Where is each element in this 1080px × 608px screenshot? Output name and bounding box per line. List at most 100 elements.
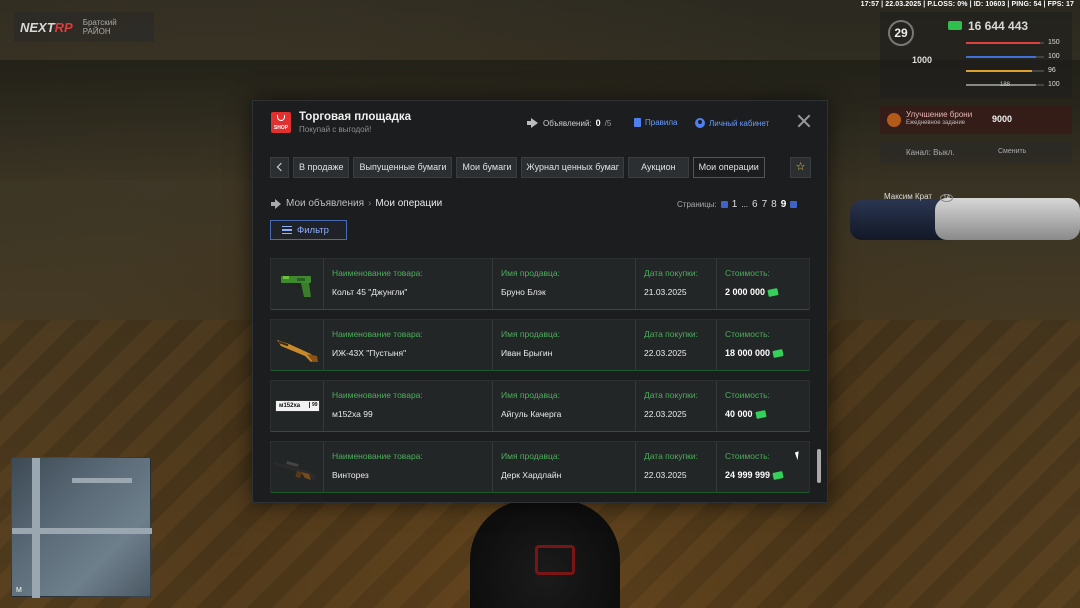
price-cell: Стоимость: 2 000 000 [717,259,809,309]
pagination-label: Страницы: [677,200,717,209]
item-name: ИЖ-43Х "Пустыня" [332,348,407,358]
marketplace-window: SHOP Торговая площадка Покупай с выгодой… [252,100,828,503]
hud-stat-value: 150 [1048,39,1060,46]
plate-text: м152ха [279,403,301,409]
pistol-icon [271,259,324,309]
tab-my-operations[interactable]: Мои операции [692,157,765,178]
page-6[interactable]: 6 [752,199,758,210]
price-cell: Стоимость: 18 000 000 [717,320,809,370]
operations-list: Наименование товара: Кольт 45 "Джунгли" … [270,258,810,502]
quest-title: Улучшение брони [906,110,973,119]
hud-stat-bar [966,56,1044,58]
quest-icon [887,113,901,127]
list-item[interactable]: Наименование товара: Кольт 45 "Джунгли" … [270,258,810,310]
item-name: Винторез [332,470,369,480]
filter-icon [282,226,292,234]
seller-cell: Имя продавца: Дерк Хардлайн [493,442,636,492]
seller-cell: Имя продавца: Иван Брыгин [493,320,636,370]
hud-stat-value: 100 [1048,81,1060,88]
price-cell: Стоимость: 24 999 999 [717,442,809,492]
cash-icon [772,349,784,359]
purchase-date: 22.03.2025 [644,348,687,358]
page-9[interactable]: 9 [781,199,787,210]
player-jacket-mark [535,545,575,575]
purchase-date: 22.03.2025 [644,409,687,419]
breadcrumb-current: Мои операции [375,198,443,209]
back-button[interactable] [270,157,289,178]
star-icon[interactable]: ☆ [790,157,811,178]
nearby-player-id: 14 [940,194,953,202]
hud-panel: 29 16 644 443 150 100 96 100 [880,12,1072,98]
hud-stat-value: 100 [1048,53,1060,60]
ads-max: /5 [604,118,612,128]
seller-name: Дерк Хардлайн [501,470,562,480]
money-value: 16 644 443 [968,19,1029,33]
price-value: 2 000 000 [725,287,779,298]
list-scrollbar[interactable] [817,449,821,483]
radio-change: Сменить [998,148,1027,155]
seller-name: Бруно Блэк [501,287,546,297]
date-cell: Дата покупки: 22.03.2025 [636,442,717,492]
license-plate-icon: м152ха 99 [271,381,324,431]
cash-icon [772,471,784,481]
tab-auction[interactable]: Аукцион [628,157,689,178]
window-title: Торговая площадка [299,111,412,123]
hud-stat-fill [966,42,1041,44]
close-icon[interactable] [797,114,811,128]
tab-for-sale[interactable]: В продаже [293,157,350,178]
tab-securities-journal[interactable]: Журнал ценных бумаг [521,157,625,178]
radio-panel: Канал: Выкл. Сменить [880,142,1072,164]
page-8[interactable]: 8 [771,199,777,210]
tab-my-securities[interactable]: Мои бумаги [456,157,518,178]
cash-icon [948,21,962,30]
rules-link[interactable]: Правила [634,118,677,127]
item-name-cell: Наименование товара: м152ха 99 [324,381,493,431]
megaphone-icon [271,199,282,209]
ammo-count: 188 [1000,82,1011,88]
price-value: 40 000 [725,409,767,420]
brand-logo: NEXTRP [20,19,73,35]
window-subtitle: Покупай с выгодой! [299,125,372,134]
list-item[interactable]: м152ха 99 Наименование товара: м152ха 99… [270,380,810,432]
user-icon [695,118,705,128]
ads-label: Объявлений: [543,118,592,128]
cash-icon [767,288,779,298]
shop-logo-icon: SHOP [271,112,291,133]
cabinet-link[interactable]: Личный кабинет [695,118,769,128]
page-1[interactable]: 1 [732,199,738,210]
document-icon [634,118,641,127]
date-cell: Дата покупки: 22.03.2025 [636,381,717,431]
nearby-player-name: Максим Крат [884,192,933,201]
next-page-button[interactable] [790,201,798,208]
item-name-cell: Наименование товара: ИЖ-43Х "Пустыня" [324,320,493,370]
top-status-bar: 17:57 | 22.03.2025 | P.LOSS: 0% | ID: 10… [860,1,1074,8]
item-name: Кольт 45 "Джунгли" [332,287,408,297]
radio-label: Канал: Выкл. [906,148,955,157]
sniper-rifle-icon [271,442,324,492]
date-cell: Дата покупки: 21.03.2025 [636,259,717,309]
secondary-money: 1000 [912,55,933,65]
plate-region: 99 [309,402,318,408]
tab-issued-securities[interactable]: Выпущенные бумаги [353,157,453,178]
nav-tabs: В продаже Выпущенные бумаги Мои бумаги Ж… [270,157,765,179]
prev-page-button[interactable] [720,201,728,208]
filter-button[interactable]: Фильтр [270,220,347,240]
quest-amount: 9000 [992,114,1013,124]
item-name-cell: Наименование товара: Кольт 45 "Джунгли" [324,259,493,309]
hud-stat-fill [966,56,1037,58]
pagination: Страницы: 1 ... 6 7 8 9 [677,199,798,210]
world-car-white [935,198,1080,240]
minimap: M [11,457,152,598]
breadcrumb-parent[interactable]: Мои объявления [286,198,364,209]
page-7[interactable]: 7 [762,199,768,210]
megaphone-icon [527,118,539,128]
list-item[interactable]: Наименование товара: ИЖ-43Х "Пустыня" Им… [270,319,810,371]
minimap-label: M [16,587,22,594]
quest-subtitle: Ежедневное задание [906,120,966,126]
hud-stat-bar [966,70,1044,72]
list-item[interactable]: Наименование товара: Винторез Имя продав… [270,441,810,493]
seller-name: Иван Брыгин [501,348,553,358]
level-badge: 29 [888,20,914,46]
seller-cell: Имя продавца: Бруно Блэк [493,259,636,309]
nearby-player: Максим Крат 14 [884,192,953,202]
